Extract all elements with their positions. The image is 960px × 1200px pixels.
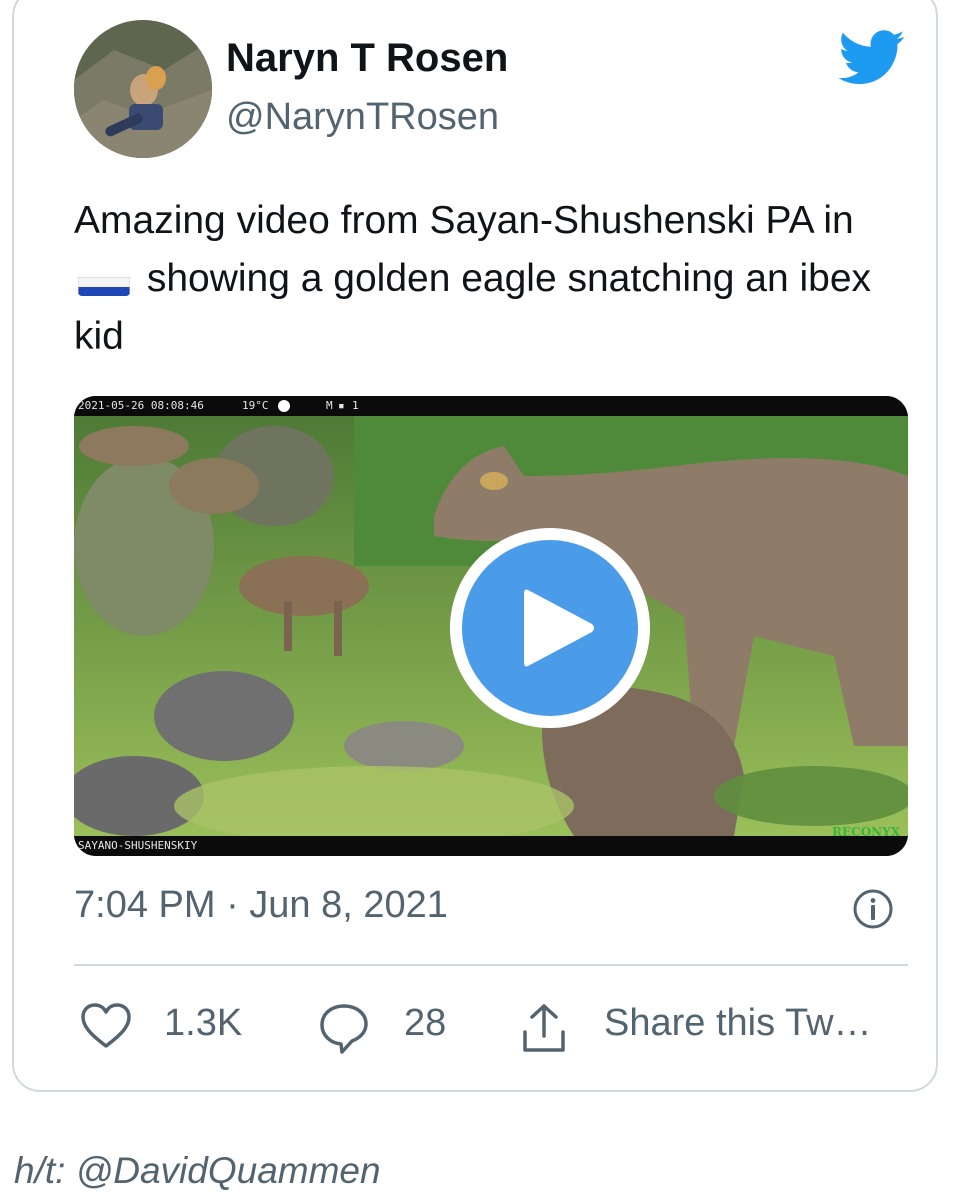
divider — [74, 964, 908, 966]
share-button[interactable]: Share this Tw… — [514, 994, 914, 1054]
reconyx-logo: RECONYX — [832, 825, 900, 839]
like-count: 1.3K — [164, 1002, 243, 1044]
reply-icon — [320, 1004, 368, 1054]
moon-phase-icon — [278, 400, 290, 412]
author-name[interactable]: Naryn T Rosen — [226, 36, 508, 81]
play-button[interactable] — [450, 528, 650, 728]
reply-count: 28 — [404, 1002, 447, 1044]
share-icon — [523, 1004, 565, 1052]
play-icon — [524, 589, 594, 667]
camera-info-bar: 2021-05-26 08:08:46 19°C M ▪ 1 — [74, 396, 908, 416]
camera-footer-bar: SAYANO-SHUSHENSKIY RECONYX — [74, 825, 908, 856]
cam-temperature: 19°C — [242, 399, 269, 412]
share-label: Share this Tw… — [604, 1002, 872, 1044]
heart-icon — [81, 1003, 131, 1048]
tweet-timestamp[interactable]: 7:04 PM · Jun 8, 2021 — [74, 884, 448, 927]
cam-timestamp: 2021-05-26 08:08:46 — [78, 399, 204, 412]
camera-icon: ▪ — [338, 399, 345, 412]
twitter-bird-icon[interactable] — [838, 30, 906, 86]
info-icon[interactable] — [852, 888, 894, 930]
reply-button[interactable]: 28 — [318, 994, 478, 1054]
tweet-text-part2: showing a golden eagle snatching an ibex… — [74, 257, 872, 358]
tweet-actions: 1.3K 28 Share this Tw… — [74, 994, 914, 1054]
russia-flag-icon — [78, 266, 130, 296]
author-avatar[interactable] — [74, 20, 212, 158]
cam-location: SAYANO-SHUSHENSKIY — [78, 839, 198, 852]
video-player[interactable]: 2021-05-26 08:08:46 19°C M ▪ 1 SAYANO-SH… — [74, 396, 908, 856]
author-handle[interactable]: @NarynTRosen — [226, 96, 499, 139]
tweet-text-part1: Amazing video from Sayan-Shushenski PA i… — [74, 199, 854, 242]
cam-mode: M — [326, 399, 333, 412]
cam-channel: 1 — [352, 399, 359, 412]
credit-caption: h/t: @DavidQuammen — [14, 1150, 381, 1191]
tweet-text: Amazing video from Sayan-Shushenski PA i… — [74, 192, 914, 366]
like-button[interactable]: 1.3K — [74, 994, 264, 1054]
tweet-card[interactable]: Naryn T Rosen @NarynTRosen Amazing video… — [12, 0, 938, 1092]
